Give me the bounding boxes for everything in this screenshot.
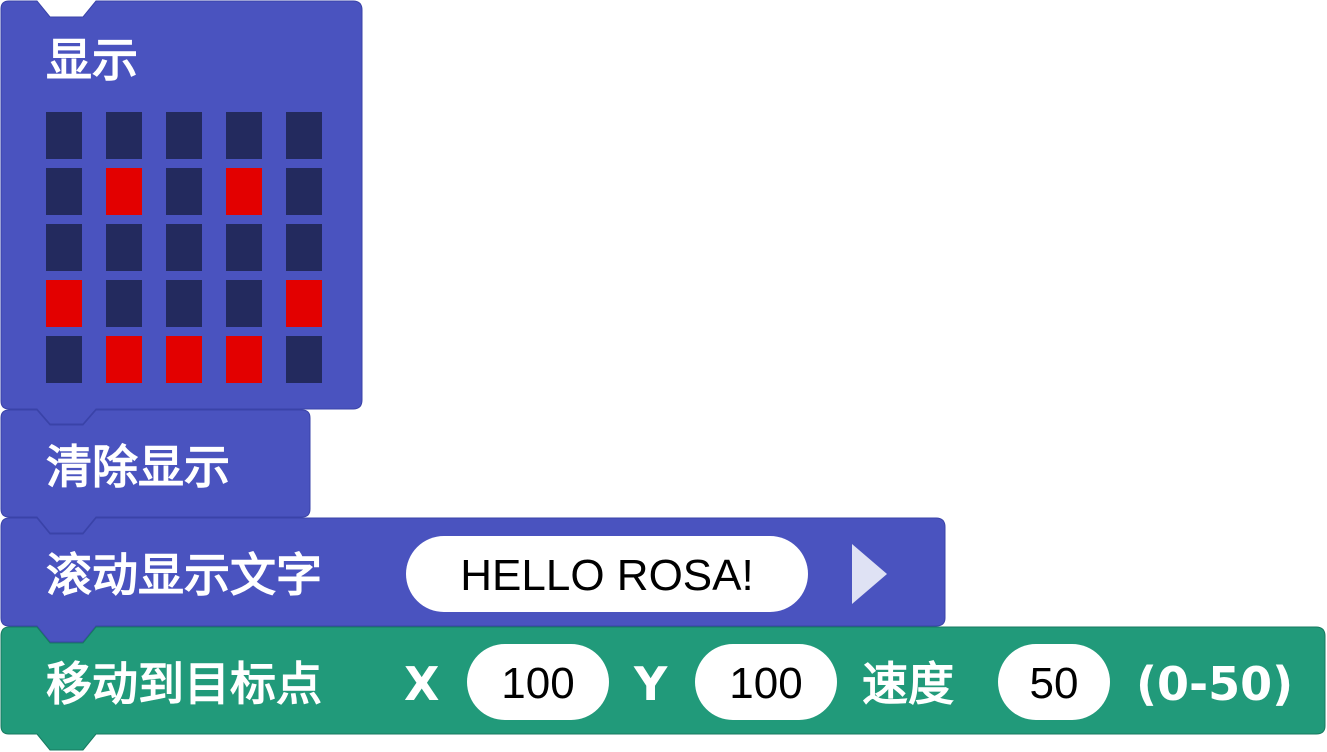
led-cell-4-3[interactable] <box>226 336 262 383</box>
y-value: 100 <box>729 659 802 708</box>
led-cell-2-3[interactable] <box>226 224 262 271</box>
led-cell-0-1[interactable] <box>106 112 142 159</box>
led-cell-1-3[interactable] <box>226 168 262 215</box>
clear-display-block[interactable]: 清除显示 <box>0 409 311 534</box>
led-cell-2-2[interactable] <box>166 224 202 271</box>
led-cell-3-4[interactable] <box>286 280 322 327</box>
led-cell-1-4[interactable] <box>286 168 322 215</box>
move-to-point-label: 移动到目标点 <box>46 657 322 711</box>
led-cell-3-1[interactable] <box>106 280 142 327</box>
scroll-text-block[interactable]: 滚动显示文字 HELLO ROSA! <box>0 517 946 643</box>
led-cell-4-0[interactable] <box>46 336 82 383</box>
speed-range-label: (0-50) <box>1136 657 1293 711</box>
led-cell-3-2[interactable] <box>166 280 202 327</box>
scroll-text-label: 滚动显示文字 <box>46 548 322 602</box>
scroll-text-value: HELLO ROSA! <box>460 551 753 600</box>
show-leds-label: 显示 <box>46 33 138 87</box>
led-cell-0-3[interactable] <box>226 112 262 159</box>
led-cell-2-4[interactable] <box>286 224 322 271</box>
show-leds-block[interactable]: 显示 <box>0 0 363 425</box>
led-cell-3-3[interactable] <box>226 280 262 327</box>
scroll-text-field[interactable]: HELLO ROSA! <box>406 536 808 612</box>
led-cell-0-4[interactable] <box>286 112 322 159</box>
led-cell-1-0[interactable] <box>46 168 82 215</box>
y-value-field[interactable]: 100 <box>695 644 837 720</box>
speed-value: 50 <box>1030 659 1079 708</box>
x-label: X <box>404 657 439 711</box>
led-cell-1-2[interactable] <box>166 168 202 215</box>
led-cell-1-1[interactable] <box>106 168 142 215</box>
led-cell-3-0[interactable] <box>46 280 82 327</box>
led-cell-2-0[interactable] <box>46 224 82 271</box>
speed-value-field[interactable]: 50 <box>998 644 1110 720</box>
blocks-workspace: 显示 清除显示 滚动显示文字 HELLO ROSA! 移动到目标点 X 100 … <box>0 0 1326 751</box>
led-cell-4-1[interactable] <box>106 336 142 383</box>
x-value: 100 <box>501 659 574 708</box>
clear-display-label: 清除显示 <box>46 440 230 494</box>
x-value-field[interactable]: 100 <box>467 644 609 720</box>
led-cell-4-2[interactable] <box>166 336 202 383</box>
led-cell-0-0[interactable] <box>46 112 82 159</box>
led-cell-2-1[interactable] <box>106 224 142 271</box>
speed-label: 速度 <box>862 657 954 711</box>
move-to-point-block[interactable]: 移动到目标点 X 100 Y 100 速度 50 (0-50) <box>0 626 1326 751</box>
led-cell-4-4[interactable] <box>286 336 322 383</box>
y-label: Y <box>633 657 668 711</box>
led-cell-0-2[interactable] <box>166 112 202 159</box>
